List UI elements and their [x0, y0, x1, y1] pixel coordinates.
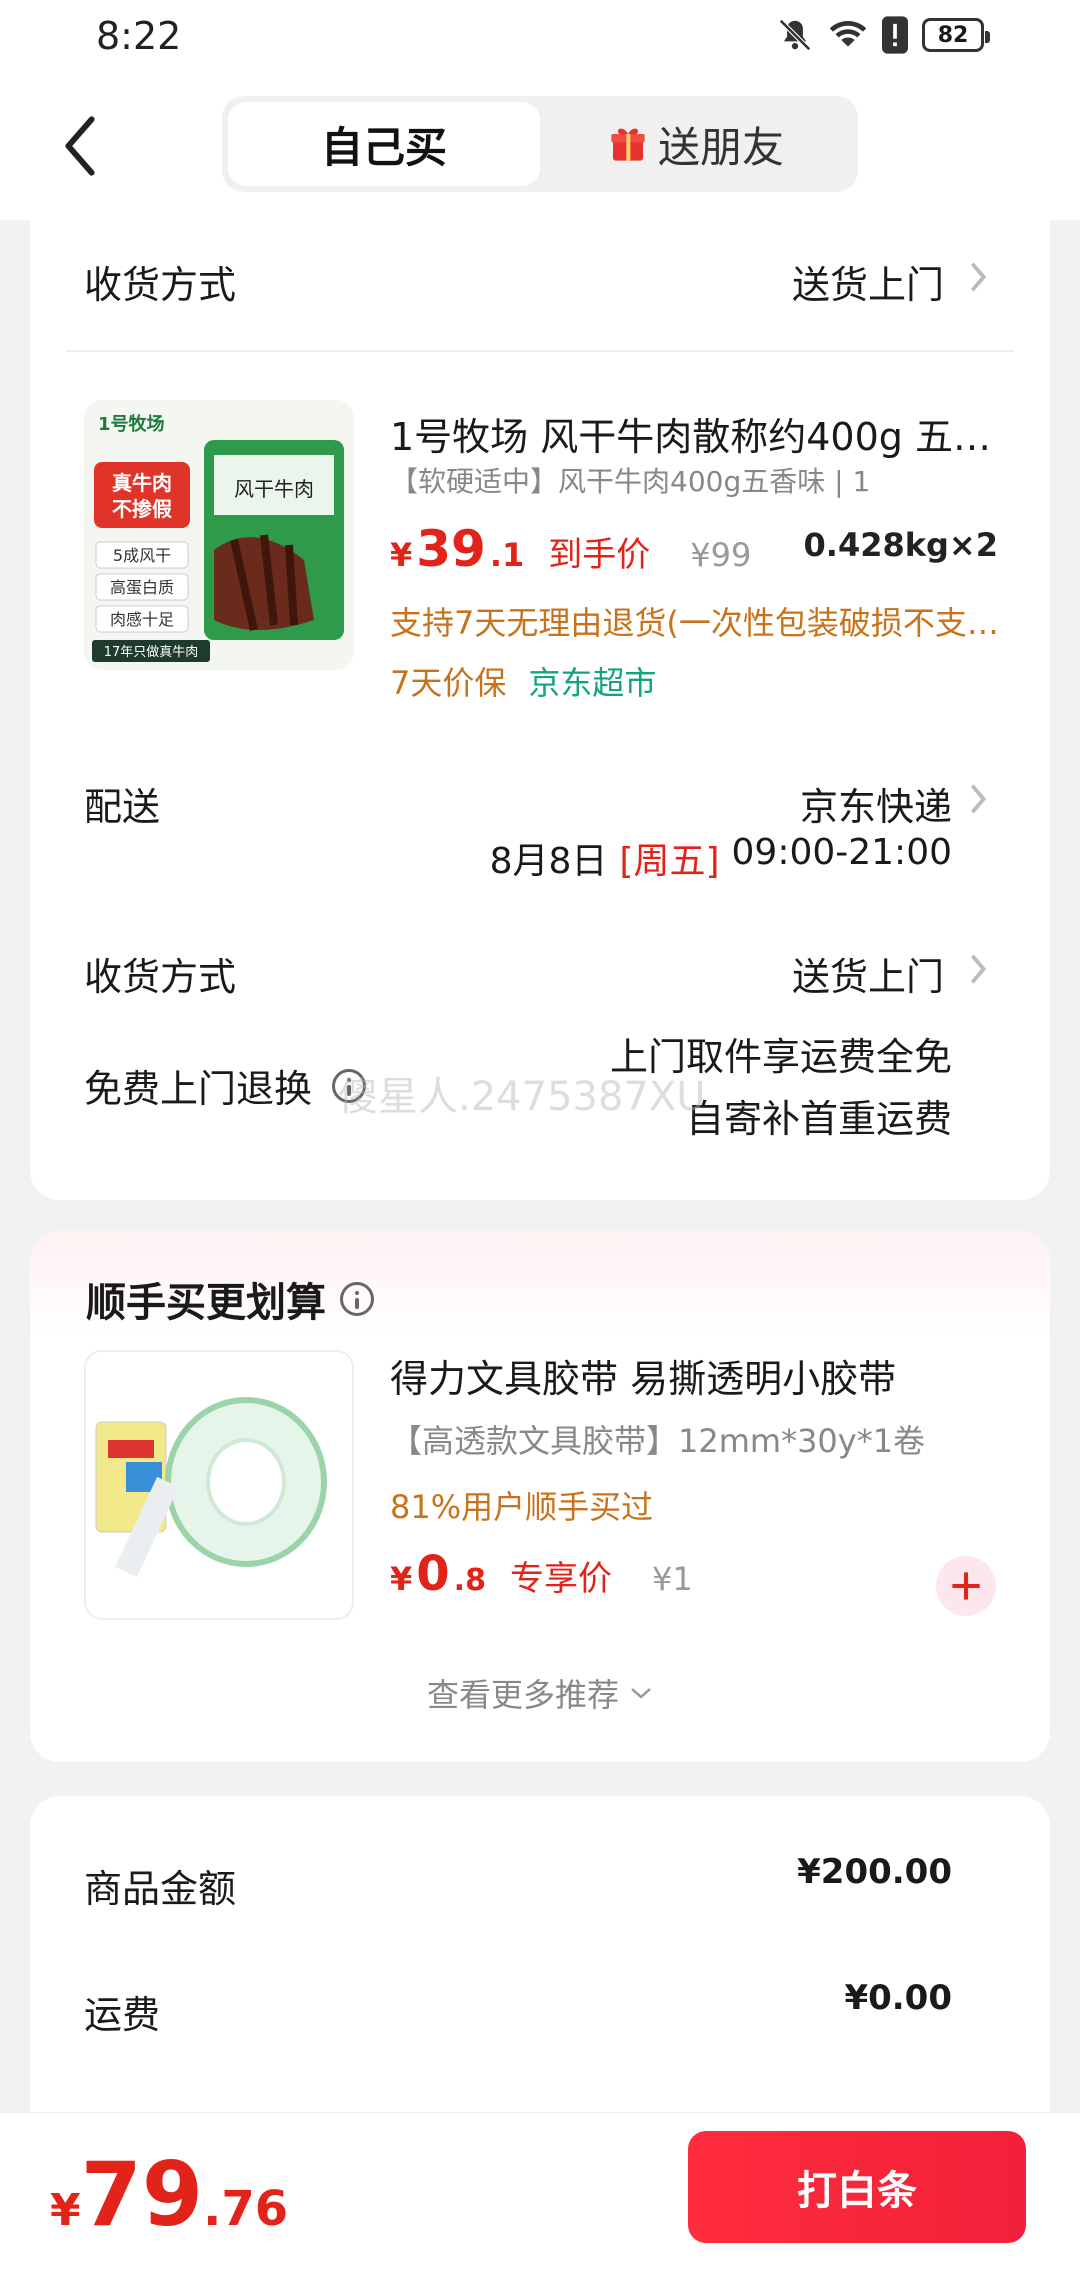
svg-text:17年只做真牛肉: 17年只做真牛肉 [104, 645, 199, 660]
free-return-line2: 自寄补首重运费 [685, 1097, 952, 1141]
delivery-date: 8月8日 [489, 841, 608, 882]
tab-label: 自己买 [320, 122, 447, 172]
chevron-right-icon [970, 262, 987, 292]
total-decimal: .76 [203, 2181, 289, 2237]
tab-label: 送朋友 [657, 122, 784, 172]
shipping-method-value[interactable]: 送货上门 [792, 254, 944, 309]
delivery-carrier[interactable]: 京东快递 [800, 776, 952, 831]
product-title[interactable]: 1号牧场 风干牛肉散称约400g 五香味 [390, 406, 1000, 461]
status-bar: 8:22 82 [0, 0, 1080, 72]
wifi-icon [829, 21, 867, 47]
total-price: ¥ 79 .76 [50, 2143, 288, 2246]
free-return-text: 免费上门退换 [84, 1067, 313, 1111]
beef-jerky-image: 风干牛肉 1号牧场 真牛肉 不掺假 5成风干 高蛋白质 肉感十足 17年只做真牛… [84, 400, 354, 670]
price-protect-tag: 7天价保 [390, 664, 507, 702]
product-spec[interactable]: 【软硬适中】风干牛肉400g五香味 | 1 [390, 460, 930, 500]
tape-image [95, 1397, 327, 1578]
svg-text:真牛肉: 真牛肉 [112, 471, 172, 495]
goods-amount-label: 商品金额 [84, 1867, 237, 1911]
price-tag: 专享价 [509, 1559, 612, 1599]
price-symbol: ¥ [390, 1560, 413, 1598]
product-image[interactable]: 风干牛肉 1号牧场 真牛肉 不掺假 5成风干 高蛋白质 肉感十足 17年只做真牛… [84, 400, 354, 670]
delivery-time[interactable]: 8月8日 [周五] 09:00-21:00 [490, 832, 952, 884]
total-symbol: ¥ [50, 2185, 81, 2236]
addon-product-image[interactable] [84, 1350, 354, 1620]
chevron-right-icon [970, 954, 987, 984]
svg-text:1号牧场: 1号牧场 [98, 413, 165, 435]
free-return-label: 免费上门退换 [84, 1058, 367, 1113]
bottom-bar: ¥ 79 .76 打白条 [0, 2112, 1080, 2280]
svg-text:高蛋白质: 高蛋白质 [110, 578, 174, 597]
product-price: ¥ 39 .1 到手价 ¥99 [390, 520, 751, 578]
shipping-method-label: 收货方式 [84, 263, 237, 307]
pay-baitiao-button[interactable]: 打白条 [688, 2131, 1026, 2243]
svg-text:5成风干: 5成风干 [113, 546, 171, 565]
chevron-left-icon [65, 116, 95, 176]
addon-product-spec[interactable]: 【高透款文具胶带】12mm*30y*1卷 [390, 1416, 1010, 1462]
original-price: ¥99 [690, 536, 752, 574]
info-icon[interactable] [340, 1282, 374, 1316]
delivery-label: 配送 [84, 785, 161, 829]
store-tag: 京东超市 [528, 664, 657, 702]
gift-icon [611, 128, 645, 161]
total-integer: 79 [80, 2143, 204, 2246]
shipping-fee-label: 运费 [84, 1993, 161, 2037]
price-tag: 到手价 [548, 535, 651, 575]
original-price: ¥1 [651, 1560, 693, 1598]
back-button[interactable] [50, 106, 110, 186]
addon-card: 顺手买更划算 得力文具胶带 易撕透明小胶带 【高透款文具胶带】12mm*30y*… [30, 1230, 1050, 1762]
addon-title: 顺手买更划算 [86, 1270, 374, 1328]
tab-self-buy[interactable]: 自己买 [228, 102, 540, 186]
price-decimal: .8 [453, 1563, 486, 1598]
tab-send-friend[interactable]: 送朋友 [540, 102, 852, 186]
delivery-weekday: [周五] [619, 841, 720, 882]
svg-text:风干牛肉: 风干牛肉 [234, 477, 314, 501]
alert-icon [882, 16, 908, 54]
mute-bell-icon [779, 19, 811, 51]
plus-icon [952, 1572, 980, 1600]
price-integer: 39 [416, 520, 486, 578]
addon-title-text: 顺手买更划算 [86, 1280, 326, 1326]
receive-method-value[interactable]: 送货上门 [792, 946, 944, 1001]
watermark: 傻星人.2475387XU [338, 1074, 706, 1120]
price-decimal: .1 [489, 536, 525, 574]
status-time: 8:22 [96, 14, 182, 58]
addon-social-proof: 81%用户顺手买过 [390, 1488, 654, 1526]
order-card: 收货方式 送货上门 风干牛肉 1号牧场 真牛肉 不掺假 5成风干 高蛋白质 肉感… [30, 220, 1050, 1200]
tab-switch: 自己买 送朋友 [222, 96, 858, 192]
divider [66, 350, 1014, 352]
service-tags: 7天价保 京东超市 [390, 658, 656, 704]
product-quantity[interactable]: 0.428kg×2 [804, 526, 998, 564]
return-service[interactable]: 支持7天无理由退货(一次性包装破损不支持) [390, 598, 1010, 644]
addon-price: ¥ 0 .8 专享价 ¥1 [390, 1546, 693, 1602]
price-integer: 0 [416, 1546, 450, 1602]
chevron-right-icon [970, 784, 987, 814]
battery-level: 82 [937, 22, 969, 48]
header: 自己买 送朋友 [0, 72, 1080, 220]
price-symbol: ¥ [390, 536, 413, 574]
shipping-fee-value: ¥0.00 [844, 1978, 952, 2018]
svg-text:肉感十足: 肉感十足 [110, 610, 174, 629]
goods-amount-value: ¥200.00 [797, 1852, 952, 1892]
status-icons: 82 [776, 16, 990, 54]
receive-method-label: 收货方式 [84, 955, 237, 999]
battery-icon: 82 [922, 18, 990, 52]
see-more-button[interactable]: 查看更多推荐 [30, 1670, 1050, 1716]
see-more-label: 查看更多推荐 [426, 1676, 619, 1714]
svg-text:不掺假: 不掺假 [112, 497, 173, 521]
addon-product-title[interactable]: 得力文具胶带 易撕透明小胶带 [390, 1348, 1010, 1403]
add-to-order-button[interactable] [936, 1556, 996, 1616]
delivery-window: 09:00-21:00 [731, 832, 952, 873]
chevron-down-icon [631, 1688, 651, 1699]
